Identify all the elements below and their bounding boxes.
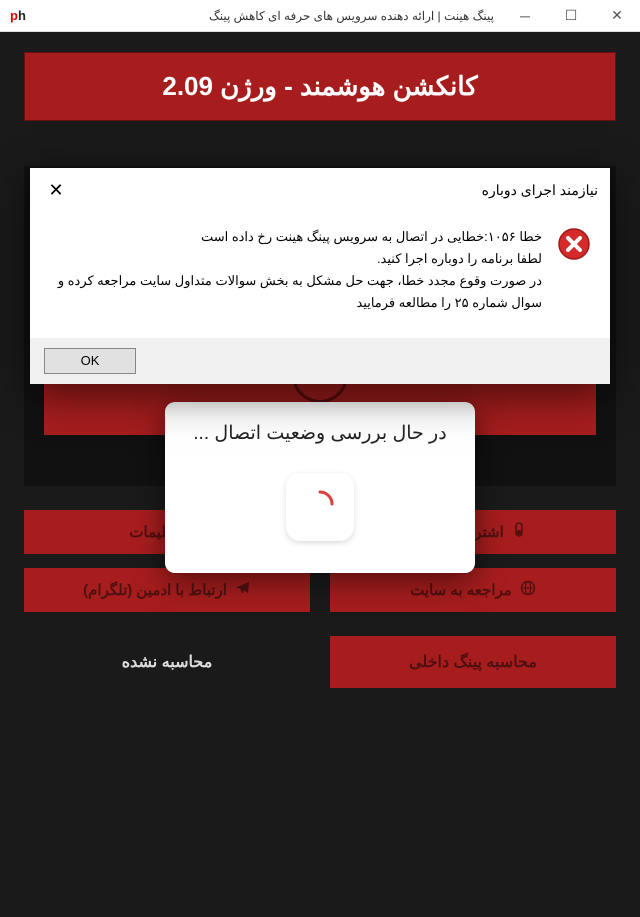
calc-status: محاسبه نشده xyxy=(24,636,310,688)
calc-internal-ping-button[interactable]: محاسبه پینگ داخلی xyxy=(330,636,616,688)
visit-site-label: مراجعه به سایت xyxy=(410,581,512,599)
app-logo: ph xyxy=(4,2,32,30)
spinner-icon xyxy=(305,489,335,526)
minimize-button[interactable]: ─ xyxy=(502,0,548,32)
dialog-body: خطا ۱۰۵۶:خطایی در اتصال به سرویس پینگ هی… xyxy=(30,212,610,338)
window-title: پینگ هینت | ارائه دهنده سرویس های حرفه ا… xyxy=(32,9,502,23)
error-dialog: نیازمند اجرای دوباره ✕ خطا ۱۰۵۶:خطایی در… xyxy=(30,168,610,384)
close-button[interactable]: ✕ xyxy=(594,0,640,32)
footer-row: محاسبه پینگ داخلی محاسبه نشده xyxy=(24,636,616,688)
vial-icon xyxy=(512,522,526,543)
loading-overlay: در حال بررسی وضعیت اتصال ... xyxy=(165,402,475,573)
visit-site-button[interactable]: مراجعه به سایت xyxy=(330,568,616,612)
spinner xyxy=(286,473,354,541)
contact-admin-button[interactable]: ارتباط با ادمین (تلگرام) xyxy=(24,568,310,612)
window-titlebar: ph پینگ هینت | ارائه دهنده سرویس های حرف… xyxy=(0,0,640,32)
dialog-line1: خطا ۱۰۵۶:خطایی در اتصال به سرویس پینگ هی… xyxy=(48,226,542,248)
calc-status-label: محاسبه نشده xyxy=(122,652,213,672)
dialog-line3: در صورت وقوع مجدد خطا، جهت حل مشکل به بخ… xyxy=(48,270,542,314)
dialog-footer: OK xyxy=(30,338,610,384)
telegram-icon xyxy=(235,580,251,601)
globe-icon xyxy=(520,580,536,601)
dialog-text: خطا ۱۰۵۶:خطایی در اتصال به سرویس پینگ هی… xyxy=(48,226,542,314)
dialog-title: نیازمند اجرای دوباره xyxy=(70,182,598,199)
ok-button[interactable]: OK xyxy=(44,348,136,374)
contact-admin-label: ارتباط با ادمین (تلگرام) xyxy=(83,581,227,599)
app-body: کانکشن هوشمند - ورژن 2.09 رمز عبور نام ک… xyxy=(0,32,640,917)
maximize-button[interactable]: ☐ xyxy=(548,0,594,32)
loading-text: در حال بررسی وضعیت اتصال ... xyxy=(185,422,455,445)
dialog-line2: لطفا برنامه را دوباره اجرا کنید. xyxy=(48,248,542,270)
calc-ping-label: محاسبه پینگ داخلی xyxy=(409,652,537,672)
dialog-header: نیازمند اجرای دوباره ✕ xyxy=(30,168,610,212)
header-banner: کانکشن هوشمند - ورژن 2.09 xyxy=(24,52,616,121)
dialog-close-button[interactable]: ✕ xyxy=(42,176,70,204)
error-icon xyxy=(556,226,592,262)
